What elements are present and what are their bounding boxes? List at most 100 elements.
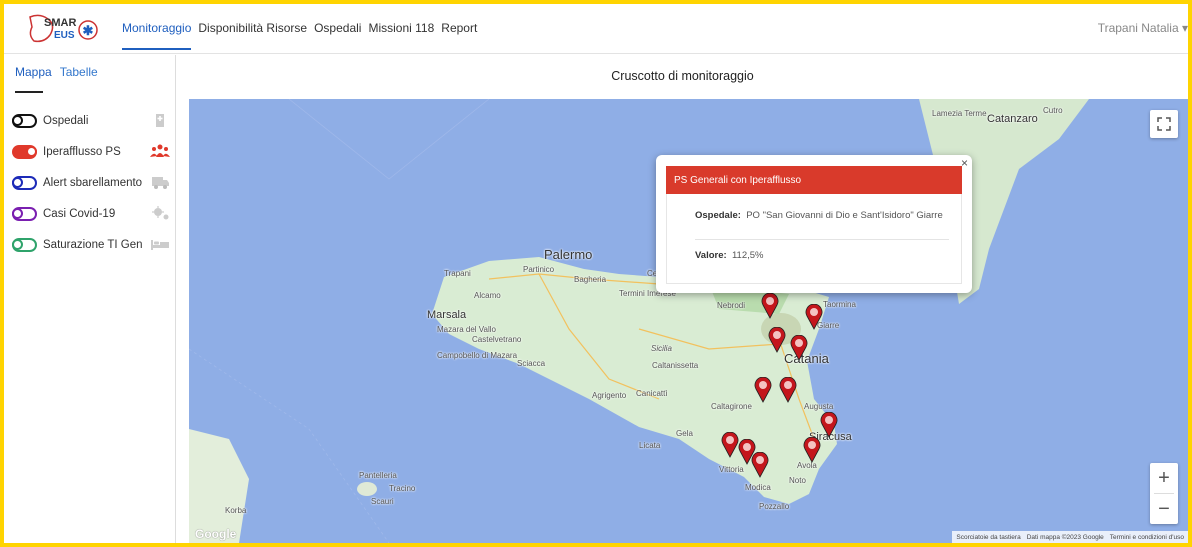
main-panel: Cruscotto di monitoraggio Palermo Catani… — [177, 55, 1188, 543]
map-marker-giarre[interactable] — [805, 304, 823, 330]
map-label-noto: Noto — [789, 476, 806, 485]
map-canvas[interactable]: Palermo Catania Catanzaro Trapani Marsal… — [189, 99, 1188, 543]
google-logo[interactable]: Google — [195, 527, 236, 541]
alert-sbarellamento-toggle[interactable] — [12, 175, 37, 190]
people-group-icon — [150, 144, 170, 157]
layer-label: Saturazione TI Gen — [43, 238, 143, 251]
app-window: SMAR EUS ✱ Monitoraggio Disponibilità Ri… — [4, 4, 1188, 543]
ospedale-value: PO "San Giovanni di Dio e Sant'Isidoro" … — [746, 210, 943, 221]
popup-divider — [695, 239, 949, 240]
map-marker[interactable] — [779, 377, 797, 403]
tab-mappa[interactable]: Mappa — [15, 65, 52, 79]
sidebar-tabs: Mappa Tabelle — [4, 55, 175, 79]
map-label-catanzaro: Catanzaro — [987, 113, 1038, 125]
map-label-licata: Licata — [639, 441, 661, 450]
svg-text:✱: ✱ — [83, 23, 94, 38]
map-label-marsala: Marsala — [427, 309, 467, 321]
nav-report[interactable]: Report — [441, 7, 477, 50]
active-tab-indicator — [15, 91, 43, 93]
iperafflusso-toggle[interactable] — [12, 144, 37, 159]
fullscreen-button[interactable] — [1150, 110, 1178, 138]
map-label-mazara: Mazara del Vallo — [437, 325, 496, 334]
map-marker[interactable] — [721, 432, 739, 458]
popup-ospedale-row: Ospedale: PO "San Giovanni di Dio e Sant… — [695, 210, 943, 221]
map-label-gela: Gela — [676, 429, 693, 438]
keyboard-shortcuts-link[interactable]: Scorciatoie da tastiera — [956, 534, 1020, 541]
map-marker[interactable] — [751, 452, 769, 478]
map-label-caltanissetta: Caltanissetta — [652, 361, 699, 370]
layer-ospedali[interactable]: Ospedali — [12, 105, 172, 136]
map-label-sicilia: Sicilia — [651, 344, 672, 353]
page-title: Cruscotto di monitoraggio — [611, 69, 754, 83]
map-label-korba: Korba — [225, 506, 247, 515]
map-label-palermo: Palermo — [544, 247, 593, 262]
map-marker[interactable] — [803, 437, 821, 463]
map-label-augusta: Augusta — [804, 402, 834, 411]
layer-label: Casi Covid-19 — [43, 207, 116, 220]
ambulance-icon — [152, 177, 169, 189]
fullscreen-icon — [1157, 117, 1171, 131]
map-label-cutro: Cutro — [1043, 106, 1063, 115]
nav-disponibilita-risorse[interactable]: Disponibilità Risorse — [198, 7, 307, 50]
nav-monitoraggio[interactable]: Monitoraggio — [122, 7, 192, 50]
layer-label: Ospedali — [43, 114, 89, 127]
map-label-modica: Modica — [745, 483, 771, 492]
map-data-credit: Dati mappa ©2023 Google — [1026, 533, 1104, 541]
chevron-down-icon: ▾ — [1181, 21, 1188, 35]
top-navbar: SMAR EUS ✱ Monitoraggio Disponibilità Ri… — [4, 4, 1188, 54]
map-label-lamezia: Lamezia Terme — [932, 109, 987, 118]
svg-text:EUS: EUS — [54, 30, 75, 41]
zoom-control: + − — [1150, 463, 1178, 524]
map-label-taormina: Taormina — [823, 300, 856, 309]
main-nav: Monitoraggio Disponibilità Risorse Osped… — [122, 7, 477, 50]
hospital-icon — [156, 114, 164, 127]
smart-eus-logo[interactable]: SMAR EUS ✱ — [26, 11, 108, 47]
svg-text:SMAR: SMAR — [44, 17, 76, 29]
valore-value: 112,5% — [731, 250, 764, 261]
bed-icon — [151, 240, 169, 250]
map-marker[interactable] — [754, 377, 772, 403]
tab-tabelle[interactable]: Tabelle — [60, 65, 98, 79]
hospital-info-popup: × PS Generali con Iperafflusso Ospedale:… — [656, 155, 972, 293]
zoom-in-button[interactable]: + — [1150, 463, 1178, 493]
nav-missioni-118[interactable]: Missioni 118 — [368, 7, 434, 50]
map-label-scauri: Scauri — [371, 497, 394, 506]
map-label-canicatti: Canicattì — [636, 389, 668, 398]
map-label-tracino: Tracino — [389, 484, 416, 493]
ospedale-label: Ospedale: — [695, 210, 741, 221]
map-label-vittoria: Vittoria — [719, 465, 744, 474]
close-icon[interactable]: × — [961, 156, 968, 170]
popup-valore-row: Valore: 112,5% — [695, 250, 763, 261]
layer-casi-covid[interactable]: Casi Covid-19 — [12, 198, 172, 229]
map-label-campobello: Campobello di Mazara — [437, 351, 518, 360]
zoom-out-button[interactable]: − — [1150, 494, 1178, 524]
layer-iperafflusso[interactable]: Iperafflusso PS — [12, 136, 172, 167]
ospedali-toggle[interactable] — [12, 113, 37, 128]
map-label-bagheria: Bagheria — [574, 275, 607, 284]
map-marker[interactable] — [820, 412, 838, 438]
layer-saturazione-ti[interactable]: Saturazione TI Gen — [12, 229, 172, 260]
map-label-castelvetrano: Castelvetrano — [472, 335, 522, 344]
map-marker[interactable] — [761, 293, 779, 319]
map-attribution: Scorciatoie da tastiera Dati mappa ©2023… — [952, 531, 1188, 543]
map-label-pantelleria: Pantelleria — [359, 471, 397, 480]
casi-covid-toggle[interactable] — [12, 206, 37, 221]
saturazione-ti-toggle[interactable] — [12, 237, 37, 252]
layer-label: Iperafflusso PS — [43, 145, 121, 158]
layer-label: Alert sbarellamento — [43, 176, 143, 189]
user-name: Trapani Natalia — [1097, 21, 1179, 35]
terms-link[interactable]: Termini e condizioni d'uso — [1110, 534, 1184, 541]
map-label-caltagirone: Caltagirone — [711, 402, 752, 411]
map-label-partinico: Partinico — [523, 265, 555, 274]
layers-sidebar: Mappa Tabelle Ospedali Iperafflusso PS A… — [4, 55, 176, 543]
nav-ospedali[interactable]: Ospedali — [314, 7, 361, 50]
popup-header: PS Generali con Iperafflusso — [666, 166, 962, 194]
map-marker[interactable] — [790, 335, 808, 361]
user-menu[interactable]: Trapani Natalia ▾ — [1098, 21, 1188, 35]
layer-alert-sbarellamento[interactable]: Alert sbarellamento — [12, 167, 172, 198]
virus-icon — [152, 206, 169, 220]
map-label-agrigento: Agrigento — [592, 391, 627, 400]
map-label-sciacca: Sciacca — [517, 359, 546, 368]
layer-list: Ospedali Iperafflusso PS Alert sbarellam… — [4, 105, 175, 260]
map-marker[interactable] — [768, 327, 786, 353]
